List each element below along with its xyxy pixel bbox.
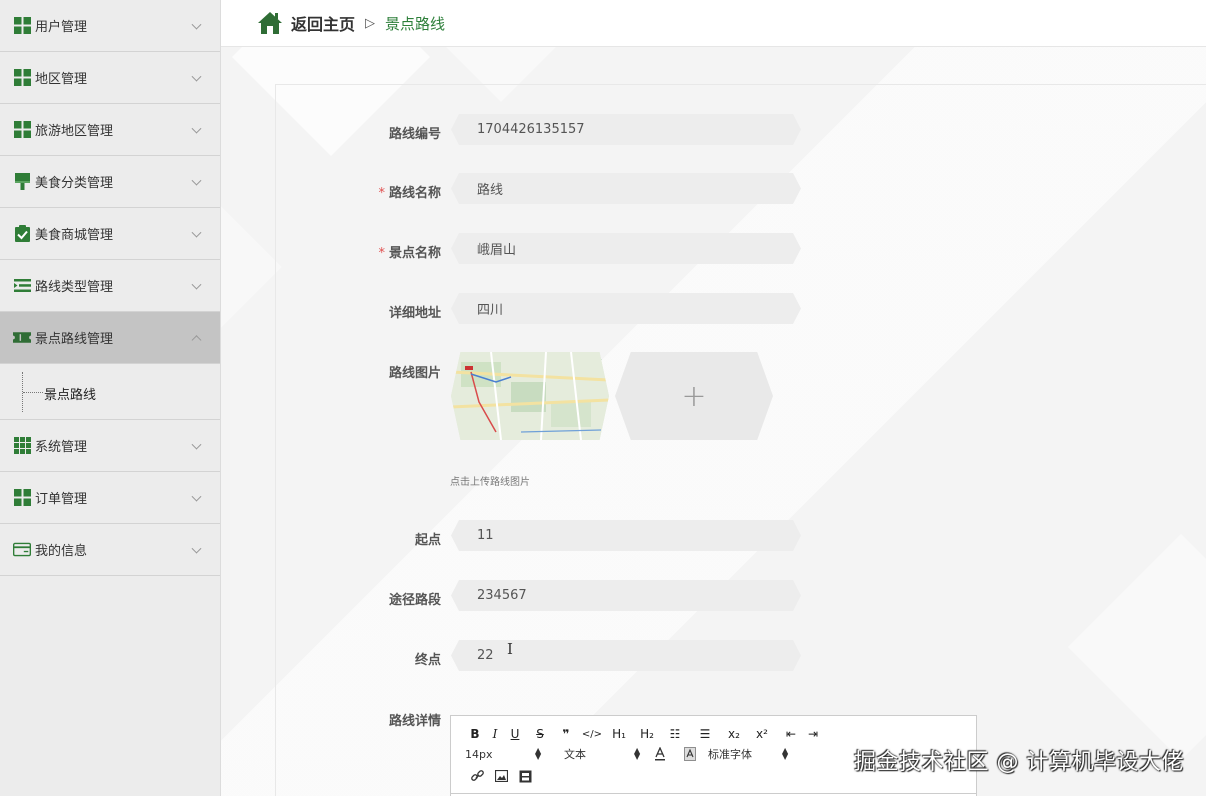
editor-toolbar-row-1: B I U S ❞ </> H₁ H₂ ☷ ☰ x₂ x² ⇤ ⇥: [465, 725, 823, 743]
required-mark: *: [378, 246, 385, 261]
ticket-icon: [13, 329, 31, 347]
grid-icon: [13, 489, 31, 507]
route-name-label: * 路线名称: [378, 186, 441, 201]
bullet-list-button[interactable]: ☰: [687, 725, 723, 743]
detail-label: 路线详情: [388, 714, 441, 729]
brush-icon: [13, 173, 31, 191]
bold-button[interactable]: B: [465, 725, 485, 743]
sidebar-item-route-types[interactable]: 路线类型管理: [0, 260, 220, 312]
spot-name-field[interactable]: [451, 233, 801, 264]
route-name-field[interactable]: [451, 173, 801, 204]
sidebar-item-scenic-routes[interactable]: 景点路线管理: [0, 312, 220, 364]
strike-button[interactable]: S: [525, 725, 555, 743]
upload-hint: 点击上传路线图片: [450, 477, 530, 488]
video-icon[interactable]: [513, 767, 537, 785]
link-icon[interactable]: [465, 767, 489, 785]
home-link[interactable]: 返回主页: [291, 11, 355, 35]
divider: [275, 84, 1206, 85]
image-upload-button[interactable]: +: [615, 352, 773, 440]
select-arrows-icon: ▲ ▼: [535, 746, 542, 761]
image-icon[interactable]: [489, 767, 513, 785]
sidebar-item-my-info[interactable]: 我的信息: [0, 524, 220, 576]
background-decoration: [416, 47, 586, 102]
address-label: 详细地址: [388, 306, 441, 321]
sidebar-item-travel-regions[interactable]: 旅游地区管理: [0, 104, 220, 156]
sidebar-item-orders[interactable]: 订单管理: [0, 472, 220, 524]
editor-divider: [451, 793, 976, 794]
background-decoration: [1067, 533, 1206, 761]
underline-button[interactable]: U: [505, 725, 525, 743]
list-icon: [13, 277, 31, 295]
breadcrumb: 返回主页 ▷ 景点路线: [221, 0, 1206, 47]
sidebar-item-regions[interactable]: 地区管理: [0, 52, 220, 104]
divider: [275, 84, 276, 796]
sidebar-item-food-mall[interactable]: 美食商城管理: [0, 208, 220, 260]
start-label: 起点: [414, 533, 441, 548]
route-image-label: 路线图片: [388, 366, 441, 381]
sidebar: 用户管理 地区管理 旅游地区管理 美食分类管理 美食商城管理 路线类型管理 景点…: [0, 0, 221, 796]
clipboard-check-icon: [13, 225, 31, 243]
blockquote-button[interactable]: ❞: [555, 725, 577, 743]
select-arrows-icon: ▲ ▼: [782, 746, 789, 761]
font-color-icon[interactable]: [648, 745, 672, 763]
indent-button[interactable]: ⇥: [803, 725, 823, 743]
grid-icon: [13, 17, 31, 35]
main-content: 路线编号 *路线名称 *景点名称 详细地址 路线图片: [221, 47, 1206, 796]
route-no-field[interactable]: [451, 114, 801, 145]
end-field[interactable]: [451, 640, 801, 671]
editor-toolbar-row-3: [465, 767, 537, 785]
sidebar-item-users[interactable]: 用户管理: [0, 0, 220, 52]
grid-icon: [13, 69, 31, 87]
map-image: [451, 352, 609, 440]
route-map-thumbnail[interactable]: [451, 352, 609, 440]
watermark: 掘金技术社区 @ 计算机毕设大佬: [854, 750, 1184, 775]
font-size-select[interactable]: 14px ▲ ▼: [465, 746, 550, 761]
italic-button[interactable]: I: [485, 725, 505, 743]
card-icon: [13, 541, 31, 559]
editor-toolbar-row-2: 14px ▲ ▼ 文本 ▲ ▼ 标准字体 ▲ ▼: [465, 745, 794, 763]
submenu: 景点路线: [0, 364, 220, 420]
plus-icon: +: [681, 378, 707, 414]
spot-name-label: * 景点名称: [378, 246, 441, 261]
text-cursor-icon: I: [507, 640, 513, 658]
breadcrumb-current: 景点路线: [385, 14, 446, 33]
text-style-select[interactable]: 文本 ▲ ▼: [550, 746, 648, 762]
sidebar-item-system[interactable]: 系统管理: [0, 420, 220, 472]
background-color-icon[interactable]: [672, 745, 708, 763]
via-label: 途径路段: [388, 593, 441, 608]
code-button[interactable]: </>: [577, 725, 607, 743]
font-family-select[interactable]: 标准字体 ▲ ▼: [708, 746, 794, 762]
background-decoration: [221, 196, 282, 338]
start-field[interactable]: [451, 520, 801, 551]
sidebar-item-food-categories[interactable]: 美食分类管理: [0, 156, 220, 208]
header1-button[interactable]: H₁: [607, 725, 631, 743]
address-field[interactable]: [451, 293, 801, 324]
select-arrows-icon: ▲ ▼: [634, 746, 641, 761]
breadcrumb-separator: ▷: [365, 15, 376, 31]
outdent-button[interactable]: ⇤: [779, 725, 803, 743]
route-no-label: 路线编号: [388, 127, 441, 142]
end-label: 终点: [414, 653, 441, 668]
submenu-item-scenic-routes[interactable]: 景点路线: [44, 384, 96, 403]
required-mark: *: [378, 186, 385, 201]
grid-9-icon: [13, 437, 31, 455]
header2-button[interactable]: H₂: [631, 725, 663, 743]
via-field[interactable]: [451, 580, 801, 611]
tree-branch: [23, 392, 43, 393]
grid-icon: [13, 121, 31, 139]
superscript-button[interactable]: x²: [745, 725, 779, 743]
home-icon[interactable]: [257, 11, 283, 35]
ordered-list-button[interactable]: ☷: [663, 725, 687, 743]
subscript-button[interactable]: x₂: [723, 725, 745, 743]
